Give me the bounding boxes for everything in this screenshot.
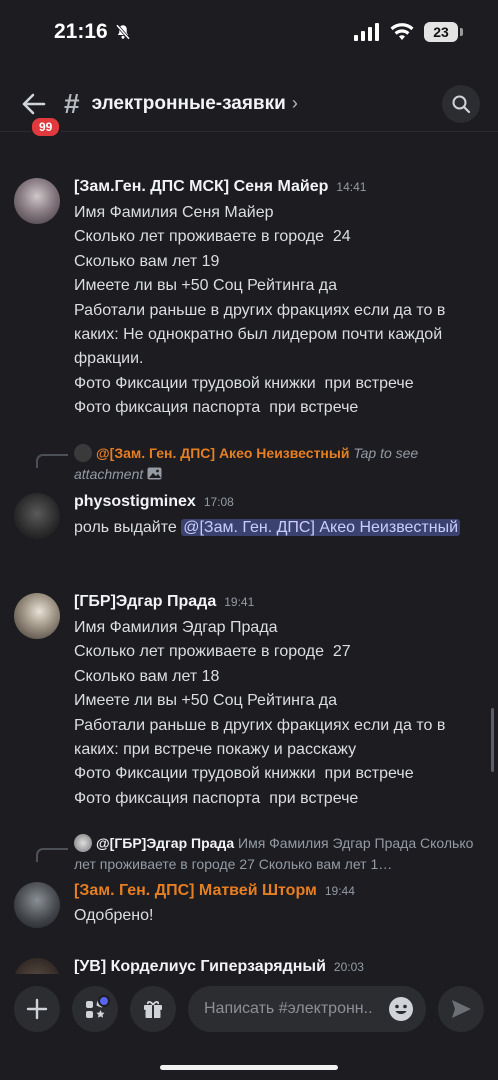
message[interactable]: [ГБР]Эдгар Прада 19:41 Имя Фамилия Эдгар … xyxy=(0,593,498,813)
signal-icon xyxy=(354,23,379,41)
reply-connector xyxy=(36,848,68,862)
gift-icon xyxy=(144,1000,162,1018)
message-author[interactable]: [ГБР]Эдгар Прада 19:41 xyxy=(74,593,254,611)
reply-author: @[Зам. Ген. ДПС] Акео Неизвестный xyxy=(96,445,350,461)
search-button[interactable] xyxy=(442,84,480,123)
message-author[interactable]: [УВ] Корделиус Гиперзарядный 20:03 xyxy=(74,958,364,974)
send-icon xyxy=(452,1000,471,1018)
author-name[interactable]: [УВ] Корделиус Гиперзарядный xyxy=(74,958,326,974)
message-time: 14:41 xyxy=(336,180,367,194)
bell-slash-icon xyxy=(115,24,130,40)
hash-icon: # xyxy=(64,87,80,119)
author-name[interactable]: [Зам. Ген. ДПС] Матвей Шторм xyxy=(74,882,317,899)
channel-header: 99 # электронные-заявки › xyxy=(0,76,498,138)
message-body: Одобрено! xyxy=(74,907,154,924)
apps-button[interactable] xyxy=(72,986,118,1032)
avatar[interactable] xyxy=(14,882,60,928)
author-name[interactable]: [ГБР]Эдгар Прада xyxy=(74,593,216,610)
reply-preview[interactable]: @[ГБР]Эдгар Прада Имя Фамилия Эдгар Прад… xyxy=(74,833,486,875)
avatar[interactable] xyxy=(14,493,60,539)
message[interactable]: @[Зам. Ген. ДПС] Акео Неизвестный Tap to… xyxy=(0,438,498,568)
reply-avatar xyxy=(74,444,92,462)
arrow-left-icon xyxy=(22,93,46,114)
wifi-icon xyxy=(390,23,414,40)
send-button[interactable] xyxy=(438,986,484,1032)
message-input-placeholder: Написать #электронн.. xyxy=(204,1000,373,1017)
reply-avatar xyxy=(74,834,92,852)
message-time: 17:08 xyxy=(203,495,234,509)
message-time: 19:44 xyxy=(324,884,355,898)
user-mention[interactable]: @[Зам. Ген. ДПС] Акео Неизвестный xyxy=(181,519,461,536)
home-indicator[interactable] xyxy=(160,1065,338,1070)
gift-button[interactable] xyxy=(130,986,176,1032)
message-text: роль выдайте xyxy=(74,519,182,536)
message[interactable]: [Зам.Ген. ДПС МСК] Сеня Майер 14:41 Имя Ф… xyxy=(0,178,498,418)
author-name[interactable]: physostigminex xyxy=(74,493,196,510)
message-body: Имя Фамилия Сеня Майер Сколько лет прожи… xyxy=(74,204,446,417)
status-bar: 21:16 23 xyxy=(0,0,498,64)
reply-connector xyxy=(36,454,68,468)
message[interactable]: [УВ] Корделиус Гиперзарядный 20:03 xyxy=(0,958,498,974)
image-icon xyxy=(147,467,162,480)
composer-bar: Написать #электронн.. xyxy=(0,976,498,1042)
unread-badge: 99 xyxy=(30,115,62,138)
battery-level: 23 xyxy=(433,24,449,40)
message-author[interactable]: [Зам.Ген. ДПС МСК] Сеня Майер 14:41 xyxy=(74,178,366,196)
message-body: роль выдайте @[Зам. Ген. ДПС] Акео Неизв… xyxy=(74,516,486,540)
message-time: 19:41 xyxy=(224,595,255,609)
back-button[interactable]: 99 xyxy=(18,88,62,138)
message-input[interactable]: Написать #электронн.. xyxy=(188,986,426,1032)
message-author[interactable]: [Зам. Ген. ДПС] Матвей Шторм 19:44 xyxy=(74,882,355,900)
message-list[interactable]: [Зам.Ген. ДПС МСК] Сеня Майер 14:41 Имя Ф… xyxy=(0,138,498,974)
emoji-icon[interactable] xyxy=(388,996,414,1022)
clock-text: 21:16 xyxy=(54,20,108,43)
reply-preview[interactable]: @[Зам. Ген. ДПС] Акео Неизвестный Tap to… xyxy=(74,443,486,485)
battery-indicator: 23 xyxy=(424,22,463,42)
notification-dot xyxy=(98,995,110,1007)
avatar[interactable] xyxy=(14,593,60,639)
scrollbar[interactable] xyxy=(491,708,494,772)
avatar[interactable] xyxy=(14,178,60,224)
channel-title[interactable]: электронные-заявки xyxy=(92,93,286,115)
message[interactable]: @[ГБР]Эдгар Прада Имя Фамилия Эдгар Прад… xyxy=(0,832,498,932)
chevron-right-icon[interactable]: › xyxy=(292,93,298,114)
message-body: Имя Фамилия Эдгар Прада Сколько лет прож… xyxy=(74,619,446,807)
clock: 21:16 xyxy=(54,20,132,44)
reply-author: @[ГБР]Эдгар Прада xyxy=(96,835,235,851)
add-button[interactable] xyxy=(14,986,60,1032)
avatar[interactable] xyxy=(14,958,60,974)
plus-icon xyxy=(26,998,48,1020)
message-time: 20:03 xyxy=(333,960,364,974)
message-author[interactable]: physostigminex 17:08 xyxy=(74,493,234,511)
author-name[interactable]: [Зам.Ген. ДПС МСК] Сеня Майер xyxy=(74,178,328,195)
search-icon xyxy=(452,95,471,113)
